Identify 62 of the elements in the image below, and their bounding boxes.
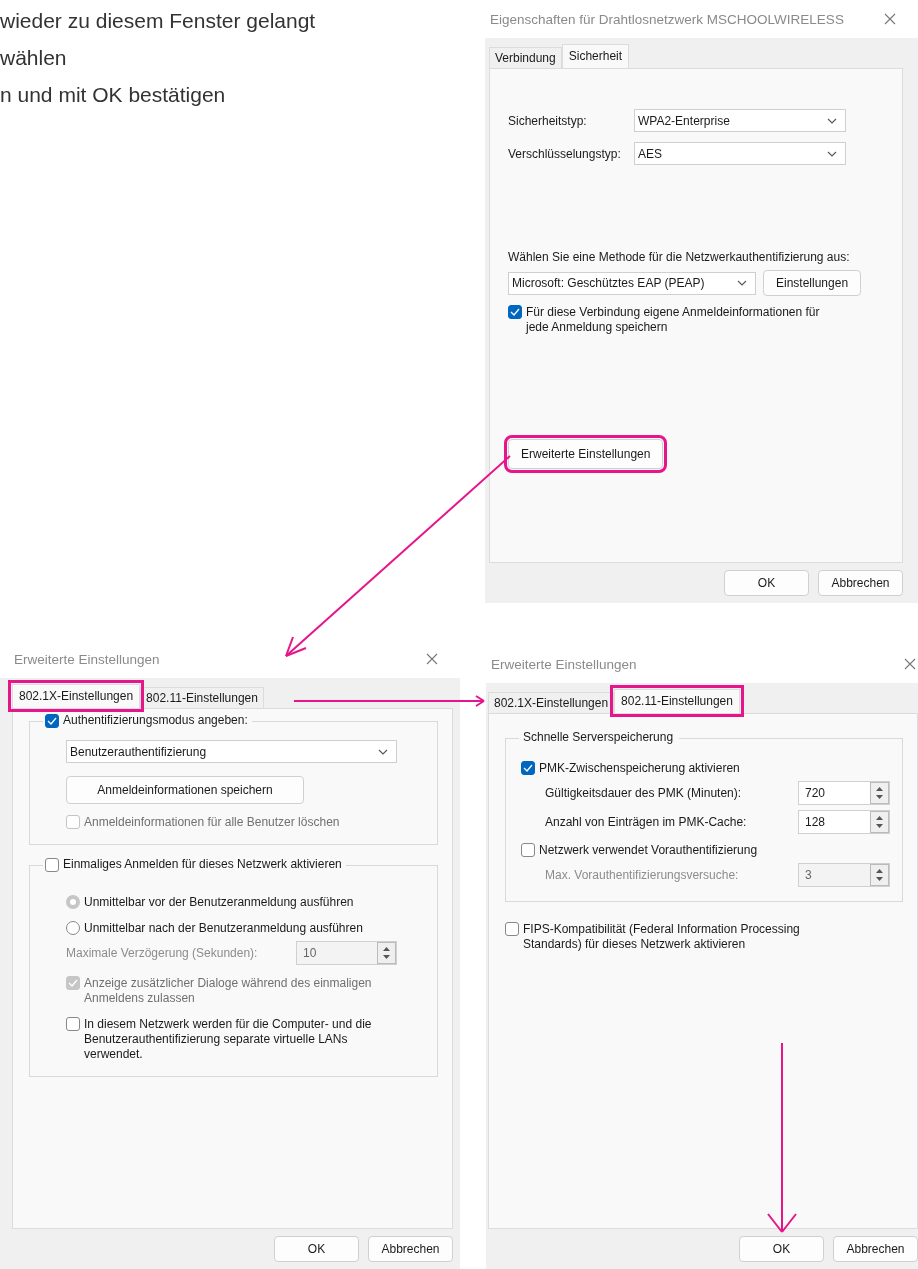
checkbox-label: Netzwerk verwendet Vorauthentifizierung bbox=[539, 843, 758, 858]
close-button[interactable] bbox=[882, 11, 898, 27]
checkbox-label: FIPS-Kompatibilität (Federal Information Processing Standards) für dieses Netzwerk aktivieren bbox=[523, 922, 801, 952]
chevron-icon bbox=[827, 150, 837, 157]
up-down-arrows-icon bbox=[870, 811, 889, 833]
spin-box[interactable]: 128 bbox=[798, 810, 890, 834]
field-label: Anzahl von Einträgen im PMK-Cache: bbox=[544, 815, 748, 829]
dropdown[interactable]: Microsoft: Geschütztes EAP (PEAP) bbox=[508, 271, 756, 295]
checkbox-label: Anzeige zusätzlicher Dialoge während des einmaligen Anmeldens zulassen bbox=[84, 976, 373, 1006]
tab[interactable]: Sicherheit bbox=[561, 44, 630, 68]
dialog-button[interactable]: OK bbox=[739, 1236, 824, 1262]
checkbox-label: Einmaliges Anmelden für dieses Netzwerk aktivieren bbox=[63, 857, 342, 872]
field-label: Max. Vorauthentifizierungsversuche: bbox=[544, 868, 740, 882]
up-down-arrows-icon bbox=[870, 864, 889, 886]
dropdown[interactable]: WPA2-Enterprise bbox=[634, 109, 846, 132]
checkbox-label: Anmeldeinformationen für alle Benutzer löschen bbox=[84, 815, 340, 830]
up-down-arrows-icon bbox=[377, 942, 396, 964]
instruction-text: wählen bbox=[0, 45, 68, 71]
instruction-text: n und mit OK bestätigen bbox=[0, 82, 227, 108]
field-label: Verschlüsselungstyp: bbox=[508, 146, 622, 161]
checkbox-label: In diesem Netzwerk werden für die Computer- und die Benutzerauthentifizierung separate virtuelle LANs verwendet. bbox=[84, 1017, 373, 1062]
save-credentials-button[interactable]: Anmeldeinformationen speichern bbox=[66, 776, 304, 804]
method-prompt: Wählen Sie eine Methode für die Netzwerkauthentifizierung aus: bbox=[508, 250, 851, 264]
radio-label: Unmittelbar nach der Benutzeranmeldung ausführen bbox=[84, 921, 363, 936]
close-button[interactable] bbox=[902, 656, 918, 672]
dialog-button[interactable]: Abbrechen bbox=[368, 1236, 453, 1262]
checkbox-label: PMK-Zwischenspeicherung aktivieren bbox=[539, 761, 740, 776]
dropdown[interactable]: Benutzerauthentifizierung bbox=[66, 740, 397, 763]
checkbox[interactable] bbox=[45, 857, 59, 872]
window-title: Erweiterte Einstellungen bbox=[491, 656, 637, 672]
close-button[interactable] bbox=[424, 651, 440, 667]
checkbox[interactable] bbox=[45, 713, 59, 728]
chevron-icon bbox=[827, 117, 837, 124]
window-title: Eigenschaften für Drahtlosnetzwerk MSCHOOLWIRELESS bbox=[490, 11, 844, 27]
chevron-icon bbox=[378, 748, 388, 755]
dropdown[interactable]: AES bbox=[634, 142, 846, 165]
tab[interactable]: Verbindung bbox=[489, 47, 562, 68]
checkbox[interactable] bbox=[505, 922, 519, 936]
radio-label: Unmittelbar vor der Benutzeranmeldung ausführen bbox=[84, 895, 354, 910]
checkbox[interactable] bbox=[521, 761, 535, 775]
up-down-arrows-icon bbox=[870, 782, 889, 804]
dialog-button[interactable]: OK bbox=[274, 1236, 359, 1262]
tab[interactable]: 802.1X-Einstellungen bbox=[488, 692, 615, 713]
radio-button[interactable] bbox=[66, 921, 80, 935]
checkbox[interactable] bbox=[66, 1017, 80, 1031]
group-title: Schnelle Serverspeicherung bbox=[522, 730, 675, 744]
settings-button[interactable]: Einstellungen bbox=[763, 270, 862, 296]
tab[interactable]: 802.11-Einstellungen bbox=[140, 687, 264, 708]
field-label: Maximale Verzögerung (Sekunden): bbox=[66, 946, 259, 960]
chevron-icon bbox=[737, 280, 747, 286]
instruction-text: wieder zu diesem Fenster gelangt bbox=[0, 8, 317, 34]
dialog-button[interactable]: Abbrechen bbox=[818, 570, 903, 596]
spin-box[interactable]: 720 bbox=[798, 781, 890, 805]
checkbox-label: Authentifizierungsmodus angeben: bbox=[63, 713, 248, 728]
dialog-button[interactable]: Abbrechen bbox=[833, 1236, 918, 1262]
dialog-button[interactable]: OK bbox=[724, 570, 809, 596]
window-title: Erweiterte Einstellungen bbox=[14, 651, 160, 667]
checkbox[interactable] bbox=[508, 305, 522, 319]
checkbox[interactable] bbox=[521, 843, 535, 857]
field-label: Sicherheitstyp: bbox=[508, 113, 588, 128]
field-label: Gültigkeitsdauer des PMK (Minuten): bbox=[544, 786, 743, 800]
checkbox-label: Für diese Verbindung eigene Anmeldeinformationen für jede Anmeldung speichern bbox=[526, 305, 821, 335]
